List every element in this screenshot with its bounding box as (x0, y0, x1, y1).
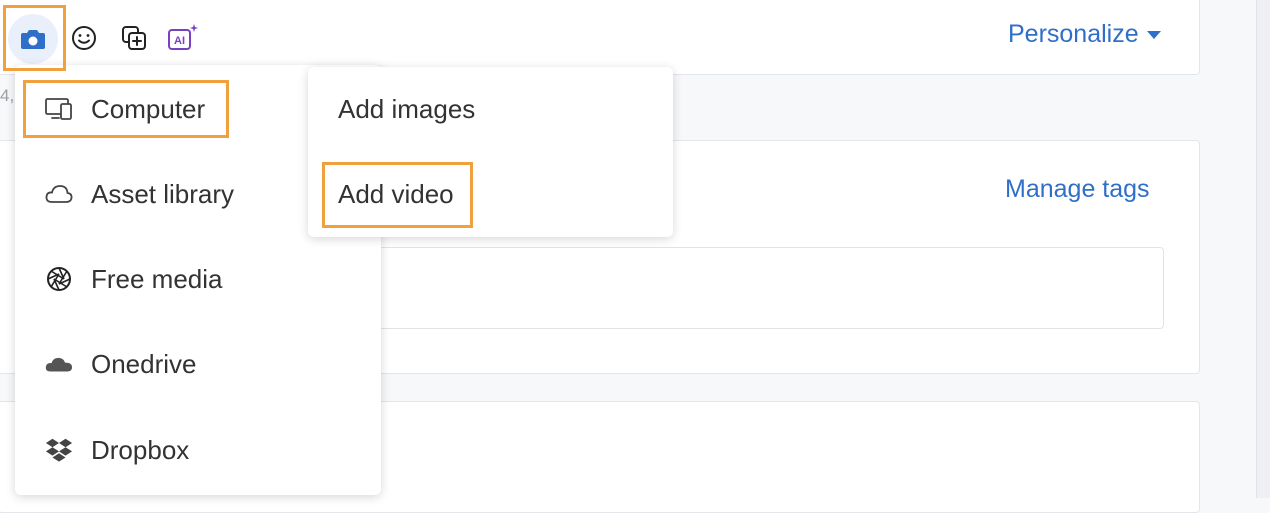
menu-item-label: Dropbox (91, 434, 190, 465)
manage-tags-link[interactable]: Manage tags (1005, 175, 1150, 204)
camera-icon (21, 30, 45, 49)
copy-plus-icon (122, 26, 146, 50)
ai-assistant-button[interactable]: AI (166, 22, 200, 54)
emoji-button[interactable] (68, 22, 100, 54)
menu-item-label: Asset library (91, 178, 235, 209)
media-type-menu: Add images Add video (308, 67, 673, 237)
aperture-icon (45, 265, 73, 293)
menu-item-onedrive[interactable]: Onedrive (15, 334, 381, 394)
menu-item-label: Onedrive (91, 348, 197, 379)
personalize-label: Personalize (1008, 20, 1139, 48)
onedrive-icon (45, 350, 73, 378)
add-video-item[interactable]: Add video (338, 179, 454, 210)
camera-button[interactable] (8, 14, 58, 64)
personalize-dropdown[interactable]: Personalize (1008, 20, 1161, 49)
menu-item-free-media[interactable]: Free media (15, 249, 381, 309)
cloud-icon (45, 180, 73, 208)
ai-sparkle-icon: AI (168, 24, 198, 50)
caret-down-icon (1146, 31, 1161, 40)
dropbox-icon (45, 436, 73, 464)
scrollbar-track[interactable] (1256, 0, 1270, 498)
add-images-item[interactable]: Add images (338, 94, 475, 125)
smiley-icon (72, 26, 96, 50)
svg-text:AI: AI (174, 35, 185, 47)
computer-icon (45, 95, 73, 123)
menu-item-label: Free media (91, 263, 223, 294)
menu-item-dropbox[interactable]: Dropbox (15, 420, 381, 480)
tags-input[interactable] (330, 247, 1164, 329)
menu-item-label: Computer (91, 93, 206, 124)
duplicate-button[interactable] (118, 22, 150, 54)
